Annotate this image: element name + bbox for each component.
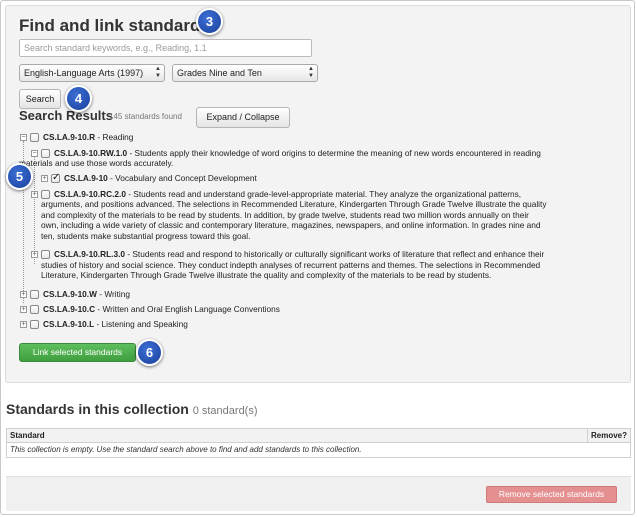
standard-code: CS.LA.9-10.RL.3.0 — [54, 249, 126, 259]
standard-checkbox-checked[interactable] — [51, 172, 60, 183]
expand-toggle-icon[interactable]: − — [20, 134, 27, 141]
remove-selected-standards-button[interactable]: Remove selected standards — [486, 486, 617, 503]
standard-code: CS.LA.9-10.C — [43, 304, 96, 314]
standard-desc-cont: materials and use those words accurately… — [19, 158, 174, 168]
standard-checkbox[interactable] — [41, 149, 50, 158]
tree-item-vocabulary: CS.LA.9-10 - Vocabulary and Concept Deve… — [64, 173, 257, 183]
standard-checkbox[interactable] — [30, 133, 39, 142]
tree-item-conventions: CS.LA.9-10.C - Written and Oral English … — [43, 304, 280, 314]
standard-code: CS.LA.9-10.W — [43, 289, 97, 299]
standard-checkbox[interactable] — [30, 290, 39, 299]
collection-footer: Remove selected standards — [6, 476, 631, 511]
tree-item-reading: CS.LA.9-10.R - Reading — [43, 132, 133, 142]
select-arrows-icon: ▲ ▼ — [155, 66, 161, 79]
collection-count: 0 standard(s) — [192, 405, 258, 417]
standard-desc: - Reading — [95, 132, 134, 142]
find-title: Find and link standards — [19, 16, 210, 35]
standard-code: CS.LA.9-10 — [64, 173, 108, 183]
standard-code: CS.LA.9-10.R — [43, 132, 96, 142]
grade-select[interactable]: Grades Nine and Ten ▲ ▼ — [172, 64, 318, 82]
link-selected-standards-button[interactable]: Link selected standards — [19, 343, 136, 362]
find-standards-panel: Find and link standards English-Language… — [5, 5, 631, 383]
tree-item-listening: CS.LA.9-10.L - Listening and Speaking — [43, 319, 188, 329]
tree-item-rc-2-0: CS.LA.9-10.RC.2.0 - Students read and un… — [54, 189, 624, 199]
tree-item-writing: CS.LA.9-10.W - Writing — [43, 289, 130, 299]
standard-checkbox[interactable] — [30, 320, 39, 329]
callout-badge: 5 — [6, 163, 33, 190]
subject-select-value: English-Language Arts (1997) — [24, 68, 144, 78]
callout-badge: 4 — [65, 85, 92, 112]
standard-desc: - Vocabulary and Concept Development — [107, 173, 257, 183]
standard-desc-cont: arguments, and positions advanced. The s… — [41, 199, 547, 209]
tree-connector — [34, 154, 35, 264]
subject-select[interactable]: English-Language Arts (1997) ▲ ▼ — [19, 64, 165, 82]
expand-toggle-icon[interactable]: − — [31, 150, 38, 157]
standard-checkbox[interactable] — [41, 190, 50, 199]
column-header-standard: Standard — [10, 431, 45, 440]
standard-desc: - Students read and respond to historica… — [125, 249, 545, 259]
standard-code: CS.LA.9-10.L — [43, 319, 95, 329]
select-arrows-icon: ▲ ▼ — [308, 66, 314, 79]
callout-badge: 3 — [196, 8, 223, 35]
callout-badge: 6 — [136, 339, 163, 366]
standard-desc-cont: and complexity of the materials to be re… — [41, 209, 529, 220]
standard-desc: - Writing — [96, 289, 130, 299]
grade-select-value: Grades Nine and Ten — [177, 68, 262, 78]
collection-title: Standards in this collection 0 standard(… — [6, 401, 258, 417]
expand-collapse-button[interactable]: Expand / Collapse — [196, 107, 290, 128]
standard-code: CS.LA.9-10.RC.2.0 — [54, 189, 126, 199]
standard-checkbox[interactable] — [30, 305, 39, 314]
expand-toggle-icon[interactable]: + — [31, 251, 38, 258]
standard-desc-cont: studies of history and social science. T… — [41, 259, 541, 270]
results-count: 145 standards found — [109, 112, 182, 121]
standard-search-input[interactable] — [19, 39, 312, 57]
standard-desc-cont: ten, students make substantial progress … — [41, 230, 251, 241]
standard-desc: - Students read and understand grade-lev… — [125, 189, 522, 199]
standard-desc-cont: Literature, Kindergarten Through Grade T… — [41, 270, 492, 280]
collection-table: Standard Remove? This collection is empt… — [6, 428, 631, 458]
tree-item-rw-1-0: CS.LA.9-10.RW.1.0 - Students apply their… — [54, 148, 624, 158]
standard-checkbox[interactable] — [41, 250, 50, 259]
expand-toggle-icon[interactable]: + — [20, 291, 27, 298]
standard-desc: - Written and Oral English Language Conv… — [95, 304, 280, 314]
search-button[interactable]: Search — [19, 89, 61, 109]
tree-item-rl-3-0: CS.LA.9-10.RL.3.0 - Students read and re… — [54, 249, 624, 259]
expand-toggle-icon[interactable]: + — [31, 191, 38, 198]
collection-heading: Standards in this collection — [6, 401, 189, 417]
standard-code: CS.LA.9-10.RW.1.0 — [54, 148, 128, 158]
standard-desc: - Students apply their knowledge of word… — [127, 148, 541, 158]
collection-empty-message: This collection is empty. Use the standa… — [10, 445, 362, 454]
expand-toggle-icon[interactable]: + — [41, 175, 48, 182]
column-header-remove: Remove? — [586, 429, 627, 442]
search-results-title: Search Results — [19, 108, 113, 123]
standard-desc-cont: own, including a wide variety of classic… — [41, 220, 541, 230]
collection-table-header: Standard Remove? — [7, 429, 630, 443]
expand-toggle-icon[interactable]: + — [20, 306, 27, 313]
expand-toggle-icon[interactable]: + — [20, 321, 27, 328]
standards-window: Find and link standards English-Language… — [0, 0, 635, 515]
standard-desc: - Listening and Speaking — [94, 319, 188, 329]
